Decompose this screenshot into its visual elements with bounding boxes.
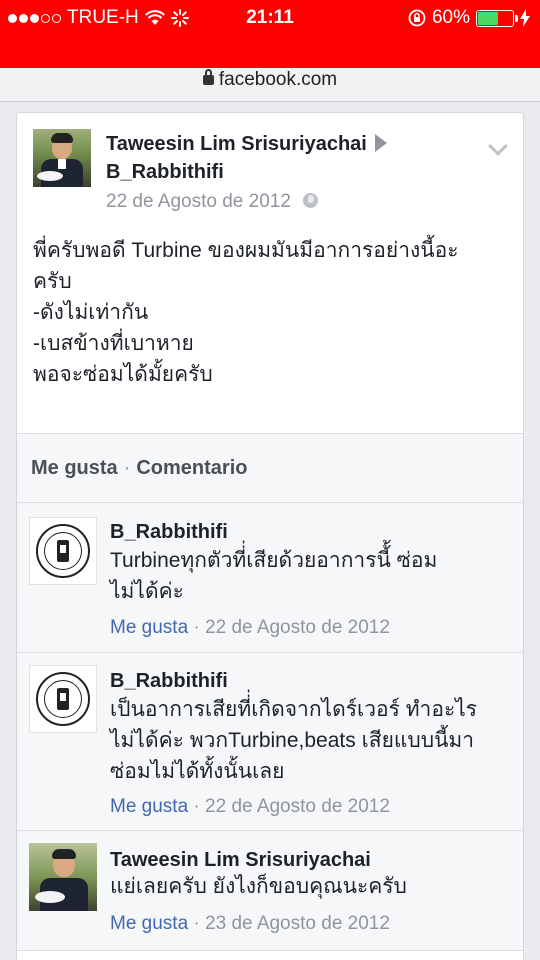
post-text-line: -เบสข้างที่เบาหาย (33, 332, 194, 355)
post-date[interactable]: 22 de Agosto de 2012 (106, 191, 291, 212)
comment-meta: Me gusta · 22 de Agosto de 2012 (110, 617, 390, 639)
comment-like-button[interactable]: Me gusta (110, 796, 188, 817)
lock-icon (202, 69, 214, 85)
comment-date[interactable]: · 22 de Agosto de 2012 (193, 617, 390, 638)
status-bar: TRUE-H 21:11 60% (0, 0, 540, 36)
like-button[interactable]: Me gusta (31, 457, 118, 479)
comment-text: เป็นอาการเสียที่่เกิดจากไดร์เวอร์ ทำอะไร… (110, 694, 477, 787)
post-text-line: พี่ครับพอดี Turbine ของผมมันมีอาการอย่าง… (33, 239, 459, 262)
comment-date[interactable]: · 23 de Agosto de 2012 (193, 913, 390, 934)
post-actions: Me gusta · Comentario (17, 433, 523, 503)
actions-separator: · (123, 457, 131, 479)
post-card: Taweesin Lim Srisuriyachai B_Rabbithifi … (16, 112, 524, 960)
browser-header (0, 36, 540, 68)
post-target-name[interactable]: B_Rabbithifi (106, 161, 224, 184)
commenter-avatar[interactable] (29, 843, 97, 911)
comment-button[interactable]: Comentario (136, 457, 247, 479)
comment-item: Taweesin Lim Srisuriyachai แย่เลยครับ ยั… (17, 831, 523, 951)
comment-like-button[interactable]: Me gusta (110, 617, 188, 638)
commenter-name[interactable]: B_Rabbithifi (110, 521, 228, 544)
comment-text-line: เป็นอาการเสียที่่เกิดจากไดร์เวอร์ ทำอะไร (110, 698, 478, 721)
url-bar[interactable]: facebook.com (0, 68, 540, 102)
comment-like-button[interactable]: Me gusta (110, 913, 188, 934)
post-date-line: 22 de Agosto de 2012 (106, 191, 318, 213)
comment-item: B_Rabbithifi Turbineทุกตัวที่่เสียด้วยอา… (17, 503, 523, 653)
commenter-name[interactable]: Taweesin Lim Srisuriyachai (110, 849, 371, 872)
comment-meta: Me gusta · 23 de Agosto de 2012 (110, 913, 390, 935)
url-domain: facebook.com (218, 69, 338, 90)
rotation-lock-icon (408, 9, 426, 27)
battery-percent: 60% (431, 7, 470, 28)
comment-text-line: ซ่อมไม่ได้ทั้งนั้นเลย (110, 760, 285, 783)
comment-text: แย่เลยครับ ยังไงก็ขอบคุณนะครับ (110, 871, 407, 902)
comment-meta: Me gusta · 22 de Agosto de 2012 (110, 796, 390, 818)
comment-item: B_Rabbithifi เป็นอาการเสียที่่เกิดจากไดร… (17, 653, 523, 831)
post-body: พี่ครับพอดี Turbine ของผมมันมีอาการอย่าง… (33, 235, 513, 390)
post-author-name[interactable]: Taweesin Lim Srisuriyachai (106, 133, 367, 155)
post-text-line: พอจะซ่อมได้มั้ยครับ (33, 363, 213, 386)
post-text-line: ครับ (33, 270, 72, 293)
comment-text-line: Turbineทุกตัวที่่เสียด้วยอาการนี้้ ซ่อม (110, 549, 438, 572)
charging-icon (520, 9, 530, 27)
commenter-avatar[interactable] (29, 517, 97, 585)
audience-globe-icon (302, 193, 318, 208)
comment-date[interactable]: · 22 de Agosto de 2012 (193, 796, 390, 817)
comment-text-line: แย่เลยครับ ยังไงก็ขอบคุณนะครับ (110, 875, 407, 898)
status-right: 60% (408, 7, 530, 29)
expand-chevron-icon[interactable] (488, 136, 508, 156)
comment-text-line: ไม่ได้ค่ะ (110, 580, 184, 603)
author-avatar[interactable] (33, 129, 91, 187)
battery-icon (476, 9, 518, 27)
commenter-avatar[interactable] (29, 665, 97, 733)
comment-text-line: ไม่ได้ค่ะ พวกTurbine,beats เสียแบบนี้มา (110, 729, 475, 752)
share-arrow-icon (374, 134, 387, 152)
comment-text: Turbineทุกตัวที่่เสียด้วยอาการนี้้ ซ่อม … (110, 545, 437, 607)
post-text-line: -ดังไม่เท่ากัน (33, 301, 149, 324)
post-author-line: Taweesin Lim Srisuriyachai (106, 133, 387, 156)
commenter-name[interactable]: B_Rabbithifi (110, 670, 228, 693)
